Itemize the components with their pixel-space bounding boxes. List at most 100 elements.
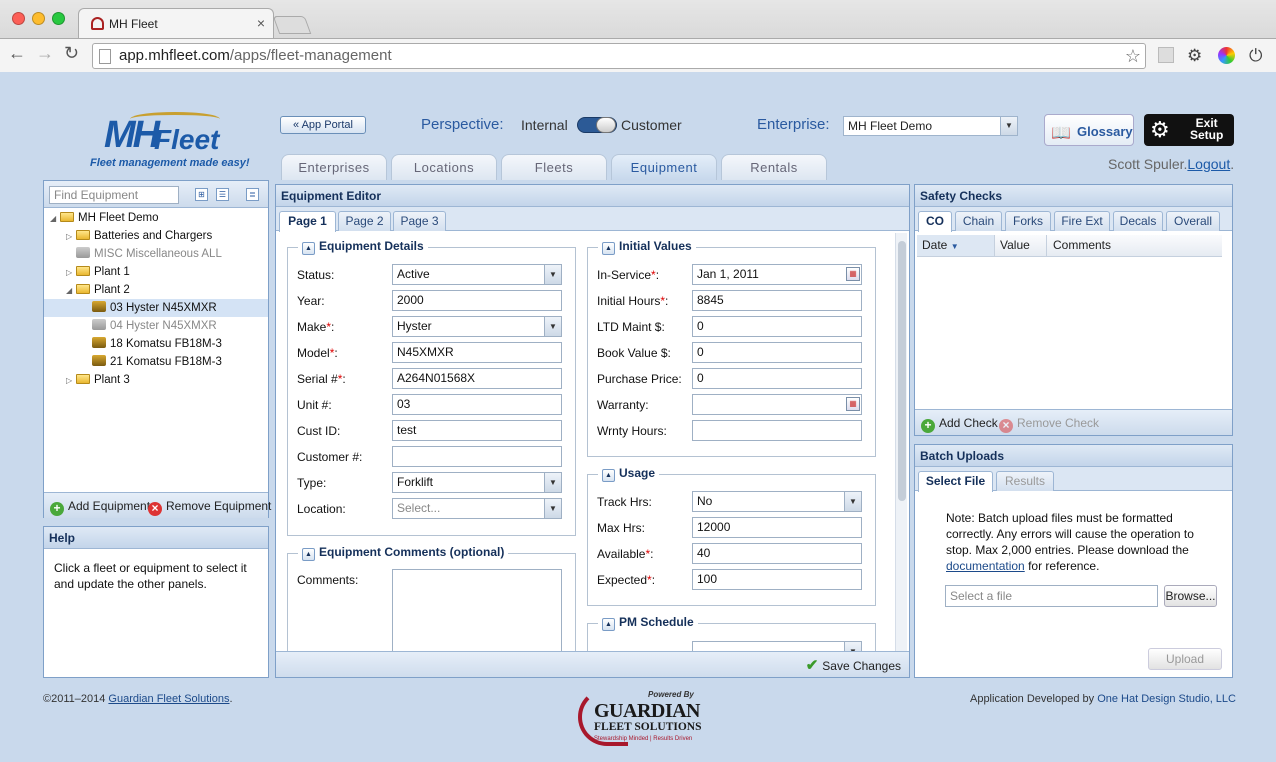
initial-values-legend[interactable]: ▲ Initial Values <box>598 239 696 255</box>
zoom-window-button[interactable] <box>52 12 65 25</box>
add-equipment-button[interactable]: + Add Equipment <box>50 498 150 516</box>
mhfleet-logo: MH Fleet Fleet management made easy! <box>90 112 250 174</box>
customer-number-input[interactable] <box>392 446 562 467</box>
glossary-button[interactable]: 📖 Glossary <box>1044 114 1134 146</box>
new-tab-button[interactable] <box>272 16 312 34</box>
available-input[interactable]: 40 <box>692 543 862 564</box>
back-icon[interactable]: ← <box>8 43 26 64</box>
tree-node-04-hyster[interactable]: 04 Hyster N45XMXR <box>92 317 217 335</box>
max-hrs-input[interactable]: 12000 <box>692 517 862 538</box>
tree-node-batteries[interactable]: ▷ Batteries and Chargers <box>66 227 212 245</box>
tab-locations[interactable]: Locations <box>391 154 497 180</box>
browse-button[interactable]: Browse... <box>1164 585 1217 607</box>
track-hrs-select[interactable]: No ▼ <box>692 491 862 512</box>
tab-forks[interactable]: Forks <box>1005 211 1051 231</box>
collapse-all-icon[interactable]: ☰ <box>216 188 229 201</box>
status-select[interactable]: Active ▼ <box>392 264 562 285</box>
book-value-input[interactable]: 0 <box>692 342 862 363</box>
tab-results[interactable]: Results <box>996 471 1054 491</box>
tree-node-plant-1[interactable]: ▷ Plant 1 <box>66 263 130 281</box>
model-input[interactable]: N45XMXR <box>392 342 562 363</box>
column-value[interactable]: Value <box>995 235 1047 256</box>
serial-input[interactable]: A264N01568X <box>392 368 562 389</box>
save-changes-button[interactable]: ✔ Save Changes <box>806 658 901 674</box>
tree-node-plant-3[interactable]: ▷ Plant 3 <box>66 371 130 389</box>
address-bar[interactable]: app.mhfleet.com/apps/fleet-management ☆ <box>92 43 1146 69</box>
select-file-input[interactable]: Select a file <box>945 585 1158 607</box>
tree-node-18-komatsu[interactable]: 18 Komatsu FB18M-3 <box>92 335 222 353</box>
year-input[interactable]: 2000 <box>392 290 562 311</box>
gfs-tagline: Stewardship Minded | Results Driven <box>594 736 693 742</box>
tab-select-file[interactable]: Select File <box>918 471 993 492</box>
tab-equipment[interactable]: Equipment <box>611 154 717 180</box>
calendar-icon[interactable]: ▦ <box>846 267 860 281</box>
purchase-price-input[interactable]: 0 <box>692 368 862 389</box>
bookmark-star-icon[interactable]: ☆ <box>1125 44 1141 68</box>
tab-page-3[interactable]: Page 3 <box>393 211 446 231</box>
cust-id-label: Cust ID: <box>297 424 341 438</box>
forward-icon[interactable]: → <box>36 43 54 64</box>
expand-all-icon[interactable]: ⊞ <box>195 188 208 201</box>
type-select[interactable]: Forklift ▼ <box>392 472 562 493</box>
editor-scrollbar[interactable] <box>895 233 907 651</box>
tab-overall[interactable]: Overall <box>1166 211 1220 231</box>
tree-node-misc[interactable]: MISC Miscellaneous ALL <box>76 245 222 263</box>
ltd-maint-input[interactable]: 0 <box>692 316 862 337</box>
tab-rentals[interactable]: Rentals <box>721 154 827 180</box>
initial-hours-input[interactable]: 8845 <box>692 290 862 311</box>
column-comments[interactable]: Comments <box>1047 235 1222 256</box>
tab-chain[interactable]: Chain <box>955 211 1002 231</box>
tab-close-icon[interactable]: × <box>257 15 265 31</box>
make-select[interactable]: Hyster ▼ <box>392 316 562 337</box>
settings-gear-icon[interactable]: ⚙ <box>1187 46 1202 66</box>
remove-check-button[interactable]: × Remove Check <box>999 415 1099 433</box>
logout-link[interactable]: Logout <box>1187 156 1230 172</box>
tab-co[interactable]: CO <box>918 211 952 232</box>
remove-equipment-button[interactable]: × Remove Equipment <box>148 498 271 516</box>
tab-page-2[interactable]: Page 2 <box>338 211 391 231</box>
exit-setup-button[interactable]: ⚙ Exit Setup <box>1144 114 1234 146</box>
calendar-icon[interactable]: ▦ <box>846 397 860 411</box>
usage-legend[interactable]: ▲ Usage <box>598 466 660 482</box>
equipment-details-legend[interactable]: ▲ Equipment Details <box>298 239 428 255</box>
cust-id-input[interactable]: test <box>392 420 562 441</box>
unit-input[interactable]: 03 <box>392 394 562 415</box>
perspective-internal-label[interactable]: Internal <box>521 117 568 133</box>
equipment-comments-legend[interactable]: ▲ Equipment Comments (optional) <box>298 545 509 561</box>
tree-node-plant-2[interactable]: ◢ Plant 2 <box>66 281 130 299</box>
minimize-window-button[interactable] <box>32 12 45 25</box>
tab-fleets[interactable]: Fleets <box>501 154 607 180</box>
warranty-hours-input[interactable] <box>692 420 862 441</box>
perspective-customer-label[interactable]: Customer <box>621 117 682 133</box>
add-check-button[interactable]: + Add Check <box>921 415 998 433</box>
reload-icon[interactable]: ↻ <box>64 43 79 64</box>
perspective-toggle[interactable] <box>577 117 617 133</box>
warranty-date-input[interactable]: ▦ <box>692 394 862 415</box>
color-wheel-icon[interactable] <box>1218 47 1235 64</box>
list-view-icon[interactable]: ≣ <box>246 188 259 201</box>
close-window-button[interactable] <box>12 12 25 25</box>
in-service-date-input[interactable]: Jan 1, 2011 ▦ <box>692 264 862 285</box>
tree-node-21-komatsu[interactable]: 21 Komatsu FB18M-3 <box>92 353 222 371</box>
expected-label: Expected*: <box>597 573 656 587</box>
app-portal-button[interactable]: « App Portal <box>280 116 366 134</box>
tree-node-03-hyster[interactable]: 03 Hyster N45XMXR <box>92 299 217 317</box>
tab-page-1[interactable]: Page 1 <box>279 211 336 232</box>
pm-schedule-legend[interactable]: ▲ PM Schedule <box>598 615 698 631</box>
tree-node-mh-fleet-demo[interactable]: ◢ MH Fleet Demo <box>50 209 159 227</box>
find-equipment-input[interactable]: Find Equipment <box>49 186 179 204</box>
upload-button[interactable]: Upload <box>1148 648 1222 670</box>
documentation-link[interactable]: documentation <box>946 559 1025 573</box>
enterprise-select[interactable]: MH Fleet Demo ▼ <box>843 116 1018 136</box>
power-icon[interactable]: ⏻ <box>1249 46 1262 66</box>
tab-fire-ext[interactable]: Fire Ext <box>1054 211 1110 231</box>
guardian-fleet-link[interactable]: Guardian Fleet Solutions <box>108 693 229 705</box>
location-select[interactable]: Select... ▼ <box>392 498 562 519</box>
editor-scrollbar-thumb[interactable] <box>898 241 906 501</box>
tab-enterprises[interactable]: Enterprises <box>281 154 387 180</box>
tab-decals[interactable]: Decals <box>1113 211 1163 231</box>
expected-input[interactable]: 100 <box>692 569 862 590</box>
browser-tab[interactable]: MH Fleet × <box>78 8 274 38</box>
column-date[interactable]: Date ▼ <box>917 235 995 256</box>
extension-icon[interactable] <box>1158 47 1174 63</box>
